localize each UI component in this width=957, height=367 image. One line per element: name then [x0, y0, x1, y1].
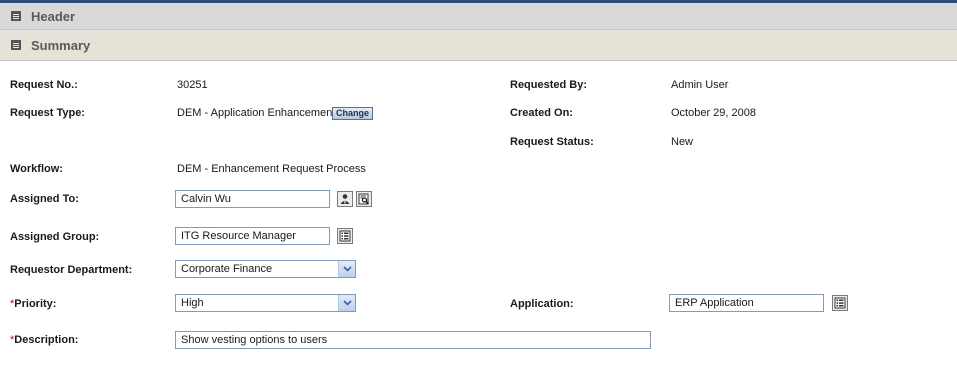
- workflow-label: Workflow:: [10, 163, 63, 175]
- description-label: *Description:: [10, 333, 78, 347]
- workflow-value: DEM - Enhancement Request Process: [177, 163, 366, 175]
- request-no-value: 30251: [177, 79, 208, 91]
- summary-section-bar[interactable]: Summary: [0, 30, 957, 61]
- requested-by-label: Requested By:: [510, 79, 588, 91]
- assigned-group-input[interactable]: [175, 227, 330, 245]
- request-no-label: Request No.:: [10, 79, 78, 91]
- description-input[interactable]: [175, 331, 651, 349]
- search-lookup-icon[interactable]: [356, 191, 372, 207]
- header-section-bar[interactable]: Header: [0, 3, 957, 30]
- description-label-text: Description:: [14, 334, 79, 346]
- summary-section-title: Summary: [31, 37, 91, 53]
- requestor-department-value: Corporate Finance: [181, 263, 273, 275]
- list-lookup-icon[interactable]: [337, 228, 353, 244]
- requestor-department-select[interactable]: Corporate Finance: [175, 260, 356, 278]
- request-type-label: Request Type:: [10, 107, 85, 119]
- requested-by-value: Admin User: [671, 79, 729, 91]
- priority-value: High: [181, 297, 204, 309]
- list-lookup-icon[interactable]: [832, 295, 848, 311]
- priority-label: *Priority:: [10, 297, 56, 311]
- assigned-group-label: Assigned Group:: [10, 231, 100, 243]
- request-status-label: Request Status:: [510, 136, 594, 148]
- chevron-down-icon[interactable]: [338, 295, 355, 311]
- requestor-department-label: Requestor Department:: [10, 264, 133, 276]
- user-lookup-icon[interactable]: [337, 191, 353, 207]
- priority-select[interactable]: High: [175, 294, 356, 312]
- collapse-icon[interactable]: [11, 11, 21, 21]
- change-request-type-button[interactable]: Change: [332, 107, 374, 120]
- application-input[interactable]: [669, 294, 824, 312]
- chevron-down-icon[interactable]: [338, 261, 355, 277]
- application-label: Application:: [510, 298, 574, 310]
- assigned-to-label: Assigned To:: [10, 193, 79, 205]
- collapse-icon[interactable]: [11, 40, 21, 50]
- request-type-value: DEM - Application Enhancement: [177, 107, 336, 119]
- assigned-to-input[interactable]: [175, 190, 330, 208]
- priority-label-text: Priority:: [14, 298, 57, 310]
- request-status-value: New: [671, 136, 694, 148]
- created-on-value: October 29, 2008: [671, 107, 757, 119]
- header-section-title: Header: [31, 8, 76, 24]
- created-on-label: Created On:: [510, 107, 573, 119]
